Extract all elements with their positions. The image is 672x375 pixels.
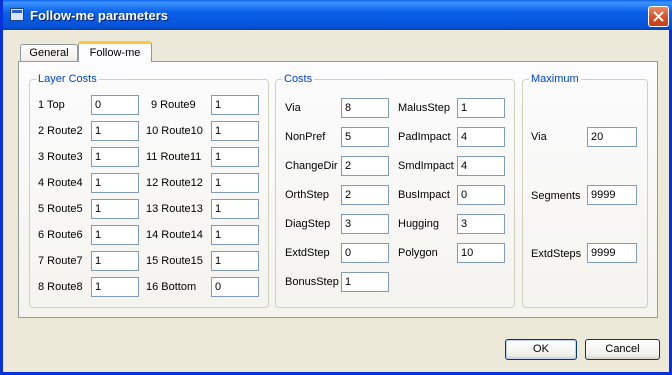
cost-label-busimpact: BusImpact — [398, 189, 450, 201]
orthstep-cost-input[interactable] — [341, 185, 389, 205]
layer-label-10: 10 Route10 — [146, 125, 203, 137]
max-label-segments: Segments — [531, 190, 581, 202]
title-bar[interactable]: Follow-me parameters — [3, 0, 672, 30]
layer-cost-input-5[interactable] — [91, 199, 139, 219]
layer-cost-input-13[interactable] — [211, 199, 259, 219]
layer-cost-input-8[interactable] — [91, 277, 139, 297]
via-cost-input[interactable] — [341, 98, 389, 118]
bonusstep-cost-input[interactable] — [341, 272, 389, 292]
layer-cost-input-3[interactable] — [91, 147, 139, 167]
cost-label-smdimpact: SmdImpact — [398, 160, 454, 172]
layer-cost-input-12[interactable] — [211, 173, 259, 193]
layer-cost-input-6[interactable] — [91, 225, 139, 245]
layer-label-15: 15 Route15 — [146, 255, 203, 267]
max-extdsteps-input[interactable] — [587, 243, 637, 263]
cost-label-via: Via — [285, 102, 301, 114]
layer-cost-input-16[interactable] — [211, 277, 259, 297]
max-label-via: Via — [531, 131, 547, 143]
cost-label-polygon: Polygon — [398, 247, 438, 259]
ok-button[interactable]: OK — [505, 339, 577, 360]
busimpact-cost-input[interactable] — [457, 185, 505, 205]
dialog-window: Follow-me parameters General Follow-me L… — [0, 0, 672, 375]
cancel-button[interactable]: Cancel — [585, 339, 660, 360]
layer-cost-input-14[interactable] — [211, 225, 259, 245]
layer-label-12: 12 Route12 — [146, 177, 203, 189]
cost-label-malusstep: MalusStep — [398, 102, 450, 114]
max-label-extdsteps: ExtdSteps — [531, 248, 582, 260]
padimpact-cost-input[interactable] — [457, 127, 505, 147]
layer-label-9: 9 Route9 — [151, 99, 196, 111]
cost-label-hugging: Hugging — [398, 218, 439, 230]
layer-label-1: 1 Top — [38, 99, 65, 111]
cost-label-changedir: ChangeDir — [285, 160, 338, 172]
layer-label-11: 11 Route11 — [146, 151, 202, 163]
diagstep-cost-input[interactable] — [341, 214, 389, 234]
nonpref-cost-input[interactable] — [341, 127, 389, 147]
window-title: Follow-me parameters — [30, 8, 168, 23]
layer-label-14: 14 Route14 — [146, 229, 203, 241]
layer-label-16: 16 Bottom — [146, 281, 197, 293]
layer-cost-input-2[interactable] — [91, 121, 139, 141]
cost-label-extdstep: ExtdStep — [285, 247, 330, 259]
layer-cost-input-10[interactable] — [211, 121, 259, 141]
layer-cost-input-1[interactable] — [91, 95, 139, 115]
cost-label-bonusstep: BonusStep — [285, 276, 339, 288]
layer-cost-input-15[interactable] — [211, 251, 259, 271]
layer-cost-input-4[interactable] — [91, 173, 139, 193]
cost-label-diagstep: DiagStep — [285, 218, 331, 230]
malusstep-cost-input[interactable] — [457, 98, 505, 118]
smdimpact-cost-input[interactable] — [457, 156, 505, 176]
layer-label-13: 13 Route13 — [146, 203, 203, 215]
close-button[interactable] — [648, 6, 669, 27]
cost-label-padimpact: PadImpact — [398, 131, 451, 143]
layer-cost-input-11[interactable] — [211, 147, 259, 167]
layer-label-7: 7 Route7 — [38, 255, 83, 267]
cost-label-nonpref: NonPref — [285, 131, 326, 143]
maximum-title: Maximum — [529, 73, 581, 86]
tab-general[interactable]: General — [20, 44, 78, 62]
costs-title: Costs — [282, 73, 315, 86]
polygon-cost-input[interactable] — [457, 243, 505, 263]
extdstep-cost-input[interactable] — [341, 243, 389, 263]
tab-follow-me[interactable]: Follow-me — [78, 41, 152, 62]
cost-label-orthstep: OrthStep — [285, 189, 330, 201]
layer-label-2: 2 Route2 — [38, 125, 83, 137]
layer-label-5: 5 Route5 — [38, 203, 83, 215]
hugging-cost-input[interactable] — [457, 214, 505, 234]
layer-label-6: 6 Route6 — [38, 229, 83, 241]
changedir-cost-input[interactable] — [341, 156, 389, 176]
close-icon — [653, 11, 664, 22]
layer-label-4: 4 Route4 — [38, 177, 83, 189]
layer-label-3: 3 Route3 — [38, 151, 83, 163]
max-segments-input[interactable] — [587, 185, 637, 205]
app-window-icon — [10, 8, 24, 21]
max-via-input[interactable] — [587, 127, 637, 147]
layer-costs-title: Layer Costs — [36, 73, 99, 86]
layer-cost-input-9[interactable] — [211, 95, 259, 115]
layer-cost-input-7[interactable] — [91, 251, 139, 271]
layer-label-8: 8 Route8 — [38, 281, 83, 293]
